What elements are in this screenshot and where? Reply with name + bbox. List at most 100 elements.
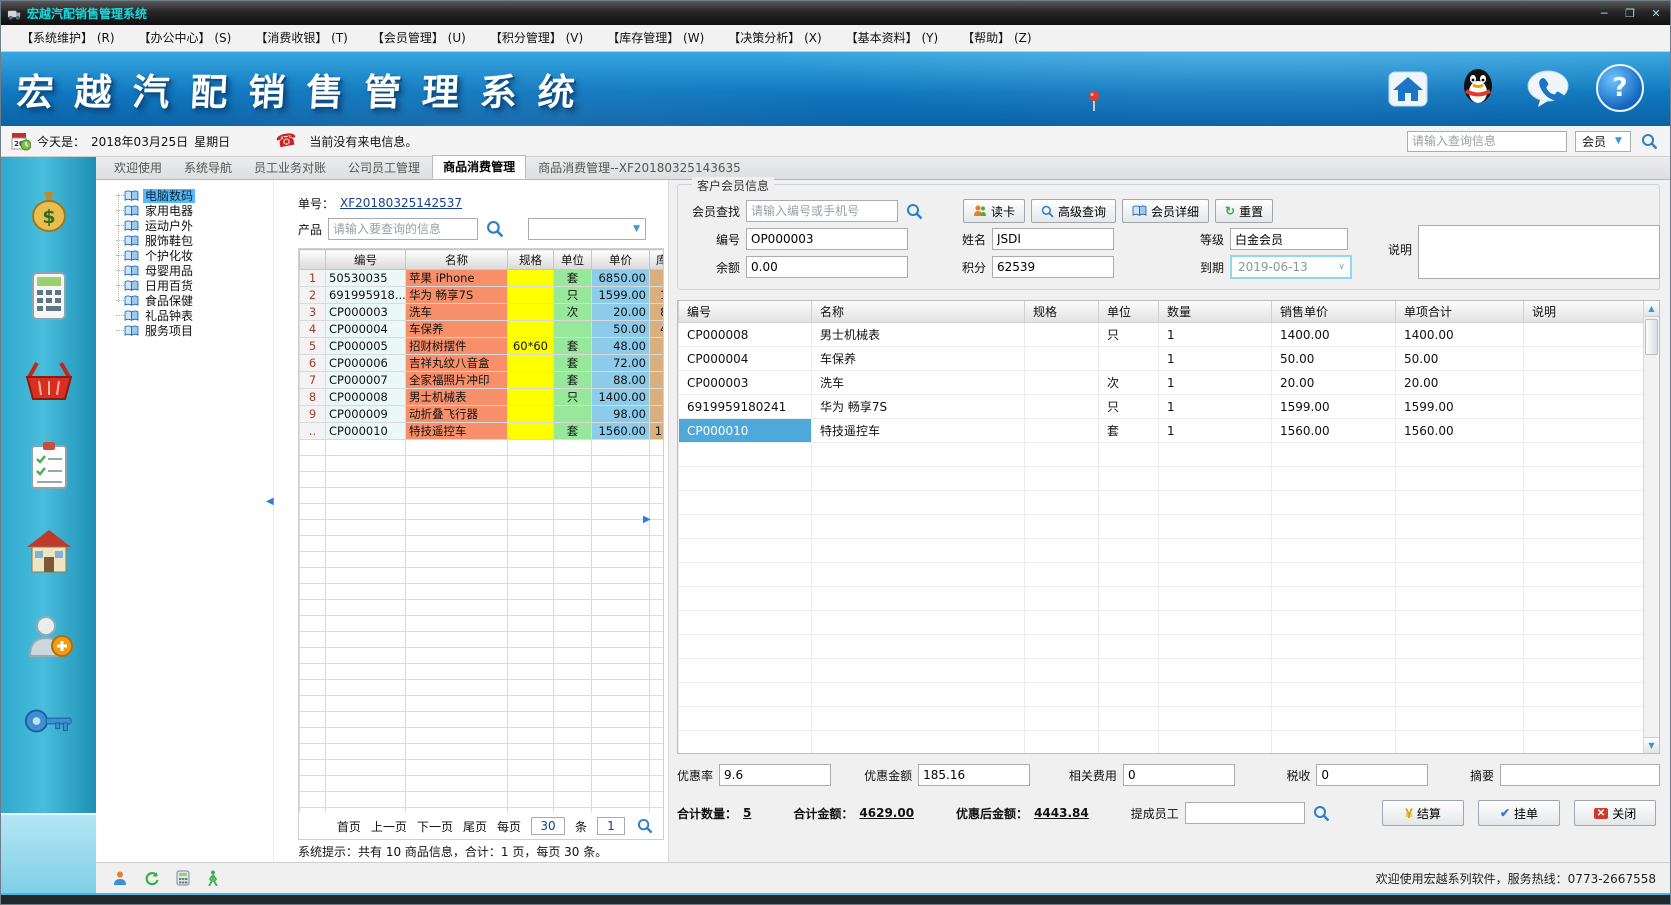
hold-order-button[interactable]: ✔ 挂单: [1478, 800, 1560, 826]
table-row[interactable]: 2691995918...华为 畅享7S只1599.0011: [300, 287, 665, 304]
read-card-button[interactable]: 读卡: [963, 199, 1025, 223]
tree-item-家用电器[interactable]: 家用电器: [110, 203, 273, 218]
global-search-input[interactable]: [1407, 131, 1567, 152]
search-type-select[interactable]: 会员 ▼: [1575, 131, 1631, 152]
warehouse-house-icon[interactable]: [23, 525, 75, 577]
member-note-textarea[interactable]: [1418, 225, 1660, 279]
cart-row[interactable]: CP000004车保养150.0050.00: [679, 347, 1644, 371]
tab-5[interactable]: 商品消费管理: [432, 155, 526, 179]
member-level-input[interactable]: [1230, 228, 1348, 250]
staff-search-button[interactable]: [1311, 805, 1332, 822]
product-filter-select[interactable]: ▼: [528, 218, 646, 240]
walker-status-icon[interactable]: [204, 870, 222, 886]
menu-item[interactable]: 【库存管理】 (W): [595, 25, 716, 51]
page-go-button[interactable]: [635, 818, 655, 834]
tree-item-服饰鞋包[interactable]: 服饰鞋包: [110, 233, 273, 248]
sales-moneybag-icon[interactable]: $: [23, 185, 75, 237]
help-button[interactable]: ?: [1596, 64, 1644, 112]
home-icon[interactable]: [1386, 66, 1430, 110]
page-last-link[interactable]: 尾页: [463, 818, 487, 835]
settle-button[interactable]: ¥ 结算: [1382, 800, 1464, 826]
table-row[interactable]: ..CP000010特技遥控车套1560.0017.5: [300, 423, 665, 440]
menu-item[interactable]: 【积分管理】 (V): [478, 25, 595, 51]
refresh-status-icon[interactable]: [142, 870, 162, 886]
discount-amount-input[interactable]: [918, 764, 1030, 786]
menu-item[interactable]: 【办公中心】 (S): [127, 25, 244, 51]
product-search-input[interactable]: [328, 218, 478, 240]
per-page-input[interactable]: [531, 817, 565, 835]
menu-item[interactable]: 【会员管理】 (U): [360, 25, 478, 51]
advanced-query-button[interactable]: 高级查询: [1031, 199, 1116, 223]
menu-item[interactable]: 【帮助】 (Z): [950, 25, 1043, 51]
summary-input[interactable]: [1500, 764, 1660, 786]
member-name-input[interactable]: [992, 228, 1114, 250]
tab-3[interactable]: 员工业务对账: [244, 157, 336, 179]
tree-item-日用百货[interactable]: 日用百货: [110, 278, 273, 293]
key-icon[interactable]: [23, 695, 75, 747]
scroll-thumb[interactable]: [1645, 319, 1658, 355]
related-fee-input[interactable]: [1123, 764, 1235, 786]
close-order-button[interactable]: ✕ 关闭: [1574, 800, 1656, 826]
table-row[interactable]: 150530035苹果 iPhone套6850.004: [300, 270, 665, 287]
menu-item[interactable]: 【决策分析】 (X): [716, 25, 833, 51]
member-search-input[interactable]: [746, 200, 898, 222]
phone-contact-icon[interactable]: [1526, 66, 1570, 110]
tree-item-食品保健[interactable]: 食品保健: [110, 293, 273, 308]
tree-item-运动户外[interactable]: 运动户外: [110, 218, 273, 233]
tree-item-礼品钟表[interactable]: 礼品钟表: [110, 308, 273, 323]
cart-row[interactable]: 6919959180241华为 畅享7S只11599.001599.00: [679, 395, 1644, 419]
scroll-down-arrow[interactable]: ▼: [1644, 737, 1659, 753]
cashier-calculator-icon[interactable]: [23, 270, 75, 322]
member-detail-button[interactable]: 会员详细: [1122, 199, 1209, 223]
cart-row[interactable]: CP000010特技遥控车套11560.001560.00: [679, 419, 1644, 443]
minimize-button[interactable]: ─: [1596, 7, 1612, 20]
maximize-button[interactable]: ❐: [1622, 7, 1638, 20]
member-points-input[interactable]: [992, 256, 1114, 278]
member-code-input[interactable]: [746, 228, 908, 250]
cart-basket-icon[interactable]: [23, 355, 75, 407]
table-row[interactable]: 7CP000007全家福照片冲印套88.000: [300, 372, 665, 389]
tree-item-个护化妆[interactable]: 个护化妆: [110, 248, 273, 263]
table-row[interactable]: 6CP000006吉祥丸纹八音盒套72.000: [300, 355, 665, 372]
close-button[interactable]: ✕: [1648, 7, 1664, 20]
page-number-input[interactable]: [597, 817, 625, 835]
cart-row[interactable]: CP000003洗车次120.0020.00: [679, 371, 1644, 395]
cart-scrollbar[interactable]: ▲ ▼: [1643, 301, 1659, 753]
menu-item[interactable]: 【系统维护】 (R): [9, 25, 127, 51]
discount-rate-input[interactable]: [719, 764, 831, 786]
table-row[interactable]: 4CP000004车保养50.0042: [300, 321, 665, 338]
member-expiry-select[interactable]: 2019-06-13 ∨: [1230, 255, 1352, 279]
menu-item[interactable]: 【消费收银】 (T): [243, 25, 360, 51]
tab-1[interactable]: 欢迎使用: [104, 157, 172, 179]
orders-clipboard-icon[interactable]: [23, 440, 75, 492]
user-status-icon[interactable]: [110, 870, 130, 886]
tab-4[interactable]: 公司员工管理: [338, 157, 430, 179]
collapse-left-arrow[interactable]: ◀: [266, 496, 274, 507]
order-no-link[interactable]: XF20180325142537: [340, 196, 462, 210]
menu-item[interactable]: 【基本资料】 (Y): [834, 25, 951, 51]
page-prev-link[interactable]: 上一页: [371, 818, 407, 835]
tree-item-母婴用品[interactable]: 母婴用品: [110, 263, 273, 278]
tree-item-服务项目[interactable]: 服务项目: [110, 323, 273, 338]
qq-icon[interactable]: [1456, 66, 1500, 110]
member-search-button[interactable]: [904, 203, 925, 220]
table-row[interactable]: 8CP000008男士机械表只1400.002: [300, 389, 665, 406]
member-add-icon[interactable]: [23, 610, 75, 662]
table-row[interactable]: 3CP000003洗车次20.0080: [300, 304, 665, 321]
tree-item-电脑数码[interactable]: 电脑数码: [110, 188, 273, 203]
calculator-status-icon[interactable]: [174, 870, 192, 886]
commission-staff-input[interactable]: [1185, 802, 1305, 824]
collapse-right-arrow[interactable]: ▶: [643, 514, 651, 525]
cart-row[interactable]: CP000008男士机械表只11400.001400.00: [679, 323, 1644, 347]
member-balance-input[interactable]: [746, 256, 908, 278]
table-row[interactable]: 5CP000005招财树摆件60*60套48.000: [300, 338, 665, 355]
tab-2[interactable]: 系统导航: [174, 157, 242, 179]
tax-input[interactable]: [1316, 764, 1428, 786]
reset-button[interactable]: ↻ 重置: [1215, 199, 1273, 223]
page-first-link[interactable]: 首页: [337, 818, 361, 835]
tab-6[interactable]: 商品消费管理--XF20180325143635: [528, 157, 751, 179]
table-row[interactable]: 9CP000009动折叠飞行器98.000: [300, 406, 665, 423]
product-search-button[interactable]: [484, 220, 506, 238]
scroll-up-arrow[interactable]: ▲: [1644, 301, 1659, 317]
global-search-button[interactable]: [1639, 133, 1660, 150]
